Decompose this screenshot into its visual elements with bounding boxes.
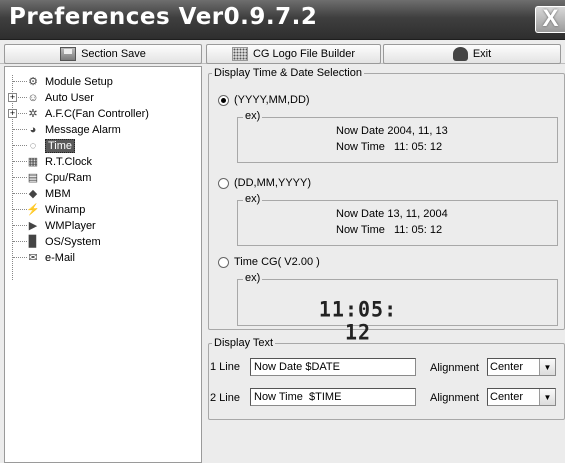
section-save-label: Section Save (81, 48, 146, 60)
alignment-value: Center (490, 361, 524, 373)
rtclock-icon: ▦ (27, 156, 39, 168)
tree-connector (13, 145, 27, 146)
tree-connector (13, 193, 27, 194)
example-date-line: Now Date 13, 11, 2004 (336, 208, 448, 220)
email-icon: ✉ (28, 252, 38, 264)
tree-connector (18, 97, 27, 98)
exit-label: Exit (472, 48, 492, 60)
expand-icon[interactable]: + (8, 93, 17, 102)
example-time-line: Now Time 11: 05: 12 (336, 141, 443, 153)
section-tree[interactable]: ⚙ Module Setup + ☺ Auto User + ✲ A.F.C(F… (4, 66, 202, 463)
group-legend: Display Time & Date Selection (214, 67, 362, 79)
tree-connector (13, 81, 27, 82)
radio-button-icon[interactable] (218, 177, 229, 189)
save-icon (60, 47, 77, 61)
grid-icon (231, 47, 248, 61)
example-legend: ex) (243, 110, 263, 122)
tree-item-label: Cpu/Ram (45, 171, 92, 184)
radio-dd-mm-yyyy[interactable]: (DD,MM,YYYY) (218, 177, 311, 189)
window-title: Preferences Ver0.9.7.2 (9, 4, 318, 30)
chevron-down-icon[interactable]: ▼ (539, 359, 555, 375)
tree-item-label: Module Setup (45, 75, 113, 88)
section-save-button[interactable]: Section Save (4, 44, 202, 64)
radio-yyyy-mm-dd[interactable]: (YYYY,MM,DD) (218, 94, 310, 106)
tree-item-label: A.F.C(Fan Controller) (45, 107, 149, 120)
example-legend: ex) (243, 193, 263, 205)
tree-item-label: Time (45, 138, 76, 153)
radio-time-cg[interactable]: Time CG( V2.00 ) (218, 256, 320, 268)
tree-item-email[interactable]: ✉ e-Mail (7, 250, 75, 265)
tree-connector (18, 113, 27, 114)
radio-label: Time CG( V2.00 ) (234, 256, 320, 268)
fan-icon: ✲ (28, 108, 38, 120)
radio-button-icon[interactable] (218, 94, 229, 106)
chevron-down-icon[interactable]: ▼ (539, 389, 555, 405)
example-legend: ex) (243, 272, 263, 284)
exit-button[interactable]: Exit (383, 44, 561, 64)
tree-item-wmplayer[interactable]: ▶ WMPlayer (7, 218, 96, 233)
os-icon: ▉ (28, 236, 38, 248)
module-icon: ⚙ (28, 76, 38, 88)
close-button[interactable]: X (535, 6, 565, 33)
tree-item-label: Winamp (45, 203, 86, 216)
mbm-icon: ◆ (28, 188, 38, 200)
tree-item-cpu-ram[interactable]: ▤ Cpu/Ram (7, 170, 91, 185)
tree-item-auto-user[interactable]: + ☺ Auto User (7, 90, 94, 105)
line-1-alignment-select[interactable]: Center ▼ (487, 358, 556, 376)
line-2-alignment-select[interactable]: Center ▼ (487, 388, 556, 406)
line-1-input[interactable]: Now Date $DATE (250, 358, 416, 376)
radio-label: (YYYY,MM,DD) (234, 94, 310, 106)
line-2-input[interactable]: Now Time $TIME (250, 388, 416, 406)
clock-icon: ◌ (29, 139, 37, 152)
radio-label: (DD,MM,YYYY) (234, 177, 311, 189)
tree-connector (13, 225, 27, 226)
tree-item-message-alarm[interactable]: ◕ Message Alarm (7, 122, 121, 137)
line-2-label: 2 Line (210, 392, 240, 404)
tree-item-label: WMPlayer (45, 219, 96, 232)
cpu-icon: ▤ (27, 172, 39, 184)
example-box (237, 117, 558, 163)
expand-icon[interactable]: + (8, 109, 17, 118)
tree-item-os-system[interactable]: ▉ OS/System (7, 234, 101, 249)
tree-connector (13, 129, 27, 130)
tree-item-winamp[interactable]: ⚡ Winamp (7, 202, 85, 217)
exit-icon (452, 47, 468, 61)
cg-logo-file-builder-button[interactable]: CG Logo File Builder (206, 44, 381, 64)
tree-item-label: R.T.Clock (45, 155, 93, 168)
wmplayer-icon: ▶ (28, 220, 38, 232)
group-legend: Display Text (214, 337, 274, 349)
tree-item-mbm[interactable]: ◆ MBM (7, 186, 71, 201)
tree-item-afc[interactable]: + ✲ A.F.C(Fan Controller) (7, 106, 149, 121)
tree-item-module-setup[interactable]: ⚙ Module Setup (7, 74, 113, 89)
alignment-label: Alignment (430, 362, 479, 374)
tree-connector (13, 241, 27, 242)
tree-connector (13, 257, 27, 258)
winamp-icon: ⚡ (26, 204, 40, 216)
line-1-label: 1 Line (210, 361, 240, 373)
alignment-value: Center (490, 391, 524, 403)
tree-connector (13, 177, 27, 178)
lcd-time-preview: 11:05: 12 (318, 296, 398, 345)
tree-item-label: OS/System (45, 235, 101, 248)
example-time-line: Now Time 11: 05: 12 (336, 224, 443, 236)
example-box (237, 200, 558, 246)
example-date-line: Now Date 2004, 11, 13 (336, 125, 448, 137)
cg-logo-label: CG Logo File Builder (252, 48, 356, 60)
tree-item-label: Message Alarm (45, 123, 121, 136)
tree-connector (13, 161, 27, 162)
title-bar: Preferences Ver0.9.7.2 X (0, 0, 565, 40)
users-icon: ☺ (27, 91, 39, 104)
alignment-label: Alignment (430, 392, 479, 404)
tree-item-label: e-Mail (45, 251, 75, 264)
tree-connector (13, 209, 27, 210)
tree-item-label: Auto User (45, 91, 94, 104)
toolbar: Section Save CG Logo File Builder Exit (0, 42, 565, 64)
radio-button-icon[interactable] (218, 256, 229, 268)
tree-item-rt-clock[interactable]: ▦ R.T.Clock (7, 154, 92, 169)
tree-item-time[interactable]: ◌ Time (7, 138, 76, 153)
alarm-icon: ◕ (29, 123, 37, 136)
display-text-group: Display Text (208, 337, 565, 420)
tree-item-label: MBM (45, 187, 71, 200)
